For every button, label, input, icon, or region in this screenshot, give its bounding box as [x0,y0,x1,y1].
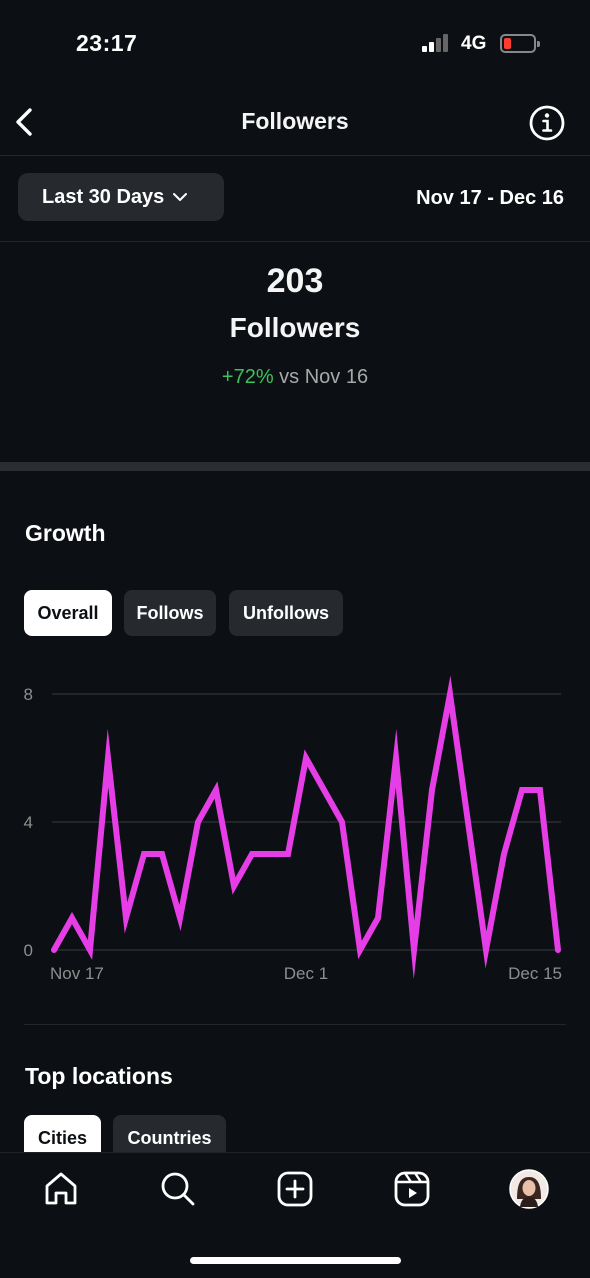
date-range-dropdown[interactable]: Last 30 Days [18,173,224,221]
x-tick-label: Dec 15 [508,964,562,983]
info-icon [529,105,565,141]
header-divider [0,155,590,156]
reels-icon[interactable] [392,1169,432,1209]
status-time: 23:17 [76,30,138,56]
y-tick-label: 4 [24,813,33,832]
range-divider [0,241,590,242]
date-range-label: Last 30 Days [42,185,165,208]
profile-avatar[interactable] [509,1169,549,1209]
home-indicator [190,1257,401,1264]
x-tick-label: Dec 1 [284,964,328,983]
signal-icon [422,34,452,52]
search-icon[interactable] [158,1169,198,1209]
section-separator [0,462,590,471]
create-icon[interactable] [275,1169,315,1209]
follower-label: Followers [229,312,361,343]
change-suffix: vs Nov 16 [279,366,369,388]
follower-count: 203 [266,262,324,300]
x-tick-label: Nov 17 [50,964,104,983]
chevron-down-icon [173,193,188,201]
tab-follows[interactable]: Follows [124,590,216,636]
info-button[interactable] [528,104,566,142]
tab-unfollows[interactable]: Unfollows [229,590,343,636]
tab-overall[interactable]: Overall [24,590,112,636]
change-percent: +72% [221,366,274,388]
chart-divider [24,1024,566,1025]
y-tick-label: 8 [24,685,33,704]
follower-change: +72% vs Nov 16 [0,366,590,389]
y-tick-label: 0 [24,941,33,960]
home-icon[interactable] [41,1169,81,1209]
network-type: 4G [461,33,487,54]
battery-icon [500,34,540,53]
growth-chart: 0 4 8 Nov 17 Dec 1 Dec 15 [24,675,562,983]
growth-title: Growth [25,520,106,546]
page-title: Followers [241,108,349,134]
locations-title: Top locations [25,1063,173,1089]
date-range-text: Nov 17 - Dec 16 [416,187,564,209]
